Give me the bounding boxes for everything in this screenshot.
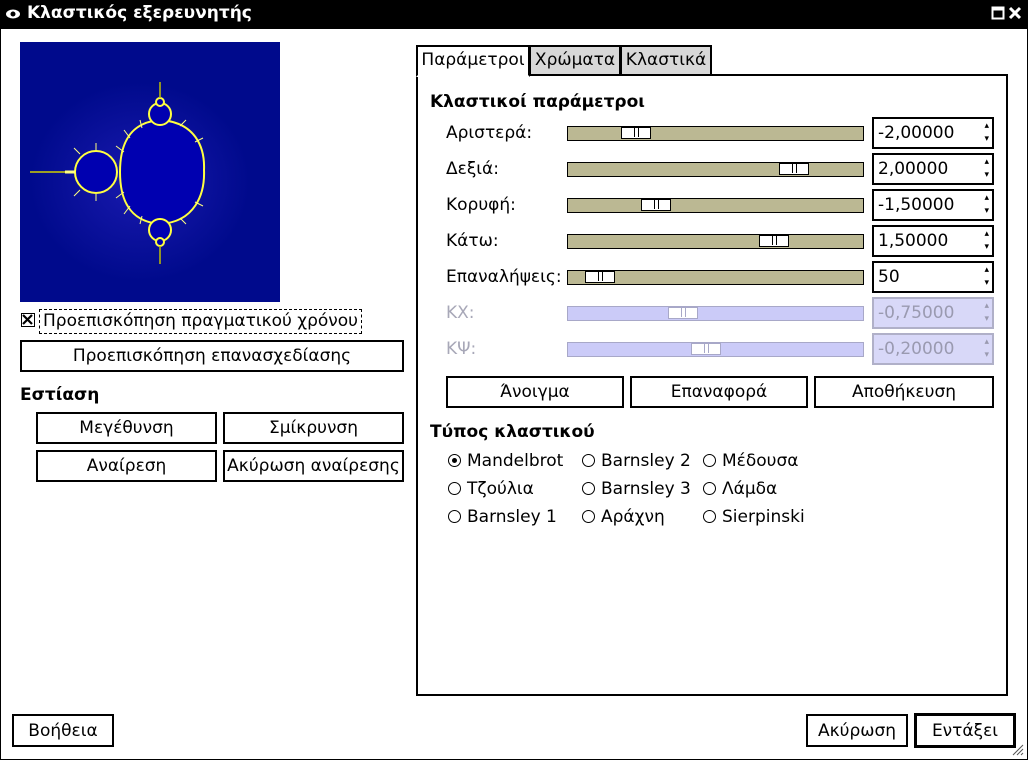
help-button[interactable]: Βοήθεια	[12, 714, 114, 747]
parameters-heading: Κλαστικοί παράμετροι	[430, 92, 645, 112]
zoom-heading: Εστίαση	[20, 385, 100, 405]
param-label: Δεξιά:	[446, 159, 499, 179]
tab-colors[interactable]: Χρώματα	[529, 45, 621, 76]
fractal-type-radio[interactable]	[582, 454, 595, 467]
fractal-type-radio[interactable]	[703, 510, 716, 523]
param-slider[interactable]	[567, 162, 864, 177]
fractal-type-label[interactable]: Barnsley 3	[601, 478, 691, 500]
app-eye-icon	[6, 9, 20, 19]
check-mark-icon	[22, 314, 33, 325]
slider-thumb[interactable]	[641, 199, 671, 211]
param-spinbox[interactable]: 1,50000 ▴ ▾	[872, 225, 994, 257]
ok-button[interactable]: Εντάξει	[914, 713, 1016, 748]
slider-thumb	[668, 307, 698, 319]
spin-up-icon[interactable]: ▴	[984, 158, 989, 167]
param-label: ΚΨ:	[446, 339, 477, 359]
fractal-type-label[interactable]: Barnsley 1	[467, 506, 557, 528]
mandelbrot-image	[20, 42, 280, 302]
fractal-type-label[interactable]: Λάμδα	[722, 478, 777, 500]
save-button[interactable]: Αποθήκευση	[814, 376, 994, 408]
tab-parameters[interactable]: Παράμετροι	[416, 45, 530, 77]
slider-thumb[interactable]	[585, 271, 615, 283]
fractal-type-label[interactable]: Barnsley 2	[601, 450, 691, 472]
spin-down-icon[interactable]: ▾	[984, 135, 989, 144]
param-slider[interactable]	[567, 270, 864, 285]
redraw-preview-button[interactable]: Προεπισκόπηση επανασχεδίασης	[20, 340, 404, 372]
slider-thumb[interactable]	[621, 127, 651, 139]
realtime-preview-label[interactable]: Προεπισκόπηση πραγματικού χρόνου	[39, 309, 363, 334]
spin-up-icon[interactable]: ▴	[984, 266, 989, 275]
realtime-preview-checkbox[interactable]	[21, 313, 35, 327]
spinbox-value: -0,75000	[878, 303, 955, 323]
param-label: Κάτω:	[446, 231, 499, 251]
fractal-type-radio[interactable]	[448, 454, 461, 467]
slider-thumb[interactable]	[759, 235, 789, 247]
param-spinbox[interactable]: -1,50000 ▴ ▾	[872, 189, 994, 221]
spin-down-icon[interactable]: ▾	[984, 207, 989, 216]
fractal-type-label[interactable]: Sierpinski	[722, 506, 805, 528]
spin-down-icon[interactable]: ▾	[984, 171, 989, 180]
spin-up-icon[interactable]: ▴	[984, 194, 989, 203]
param-label: Κορυφή:	[446, 195, 516, 215]
reset-button[interactable]: Επαναφορά	[630, 376, 808, 408]
param-spinbox: -0,20000 ▴ ▾	[872, 333, 994, 365]
param-label: Επαναλήψεις:	[446, 267, 562, 287]
spin-up-icon: ▴	[984, 337, 989, 347]
spin-up-icon[interactable]: ▴	[984, 230, 989, 239]
maximize-icon[interactable]	[991, 6, 1005, 20]
fractal-type-radio[interactable]	[582, 510, 595, 523]
open-button[interactable]: Άνοιγμα	[446, 376, 624, 408]
spin-down-icon: ▾	[984, 314, 989, 324]
fractal-type-radio[interactable]	[448, 482, 461, 495]
param-spinbox[interactable]: -2,00000 ▴ ▾	[872, 117, 994, 149]
spinbox-value: 2,00000	[878, 159, 949, 179]
param-label: Αριστερά:	[446, 123, 533, 143]
spinbox-value: 50	[878, 267, 900, 287]
fractal-type-radio[interactable]	[703, 482, 716, 495]
param-slider[interactable]	[567, 126, 864, 141]
fractal-type-radio[interactable]	[703, 454, 716, 467]
param-slider[interactable]	[567, 198, 864, 213]
param-slider	[567, 342, 864, 357]
redo-button[interactable]: Ακύρωση αναίρεσης	[223, 450, 404, 482]
undo-button[interactable]: Αναίρεση	[36, 450, 217, 482]
fractal-type-label[interactable]: Mandelbrot	[467, 450, 563, 472]
fractal-type-label[interactable]: Μέδουσα	[722, 450, 798, 472]
spin-up-icon: ▴	[984, 301, 989, 311]
param-slider	[567, 306, 864, 321]
spin-down-icon[interactable]: ▾	[984, 243, 989, 252]
spinbox-value: 1,50000	[878, 231, 949, 251]
slider-thumb[interactable]	[779, 163, 809, 175]
fractal-type-label[interactable]: Τζούλια	[467, 478, 534, 500]
zoom-out-button[interactable]: Σμίκρυνση	[223, 412, 404, 444]
tab-fractals[interactable]: Κλαστικά	[620, 45, 712, 76]
spin-down-icon: ▾	[984, 350, 989, 360]
title-bar: Κλαστικός εξερευνητής	[0, 0, 1028, 29]
spin-down-icon[interactable]: ▾	[984, 279, 989, 288]
fractal-type-label[interactable]: Αράχνη	[601, 506, 665, 528]
param-label: ΚΧ:	[446, 303, 475, 323]
spin-up-icon[interactable]: ▴	[984, 122, 989, 131]
fractal-type-radio[interactable]	[582, 482, 595, 495]
param-spinbox: -0,75000 ▴ ▾	[872, 297, 994, 329]
cancel-button[interactable]: Ακύρωση	[806, 714, 908, 747]
param-spinbox[interactable]: 2,00000 ▴ ▾	[872, 153, 994, 185]
fractal-type-radio[interactable]	[448, 510, 461, 523]
fractal-preview[interactable]	[20, 42, 280, 302]
spinbox-value: -0,20000	[878, 339, 955, 359]
close-icon[interactable]	[1008, 6, 1022, 20]
spinbox-value: -1,50000	[878, 195, 955, 215]
param-spinbox[interactable]: 50 ▴ ▾	[872, 261, 994, 293]
resize-grip-icon[interactable]	[1010, 742, 1024, 756]
fractal-type-heading: Τύπος κλαστικού	[430, 422, 595, 442]
spinbox-value: -2,00000	[878, 123, 955, 143]
zoom-in-button[interactable]: Μεγέθυνση	[36, 412, 217, 444]
window-title: Κλαστικός εξερευνητής	[27, 3, 252, 23]
param-slider[interactable]	[567, 234, 864, 249]
slider-thumb	[691, 343, 721, 355]
